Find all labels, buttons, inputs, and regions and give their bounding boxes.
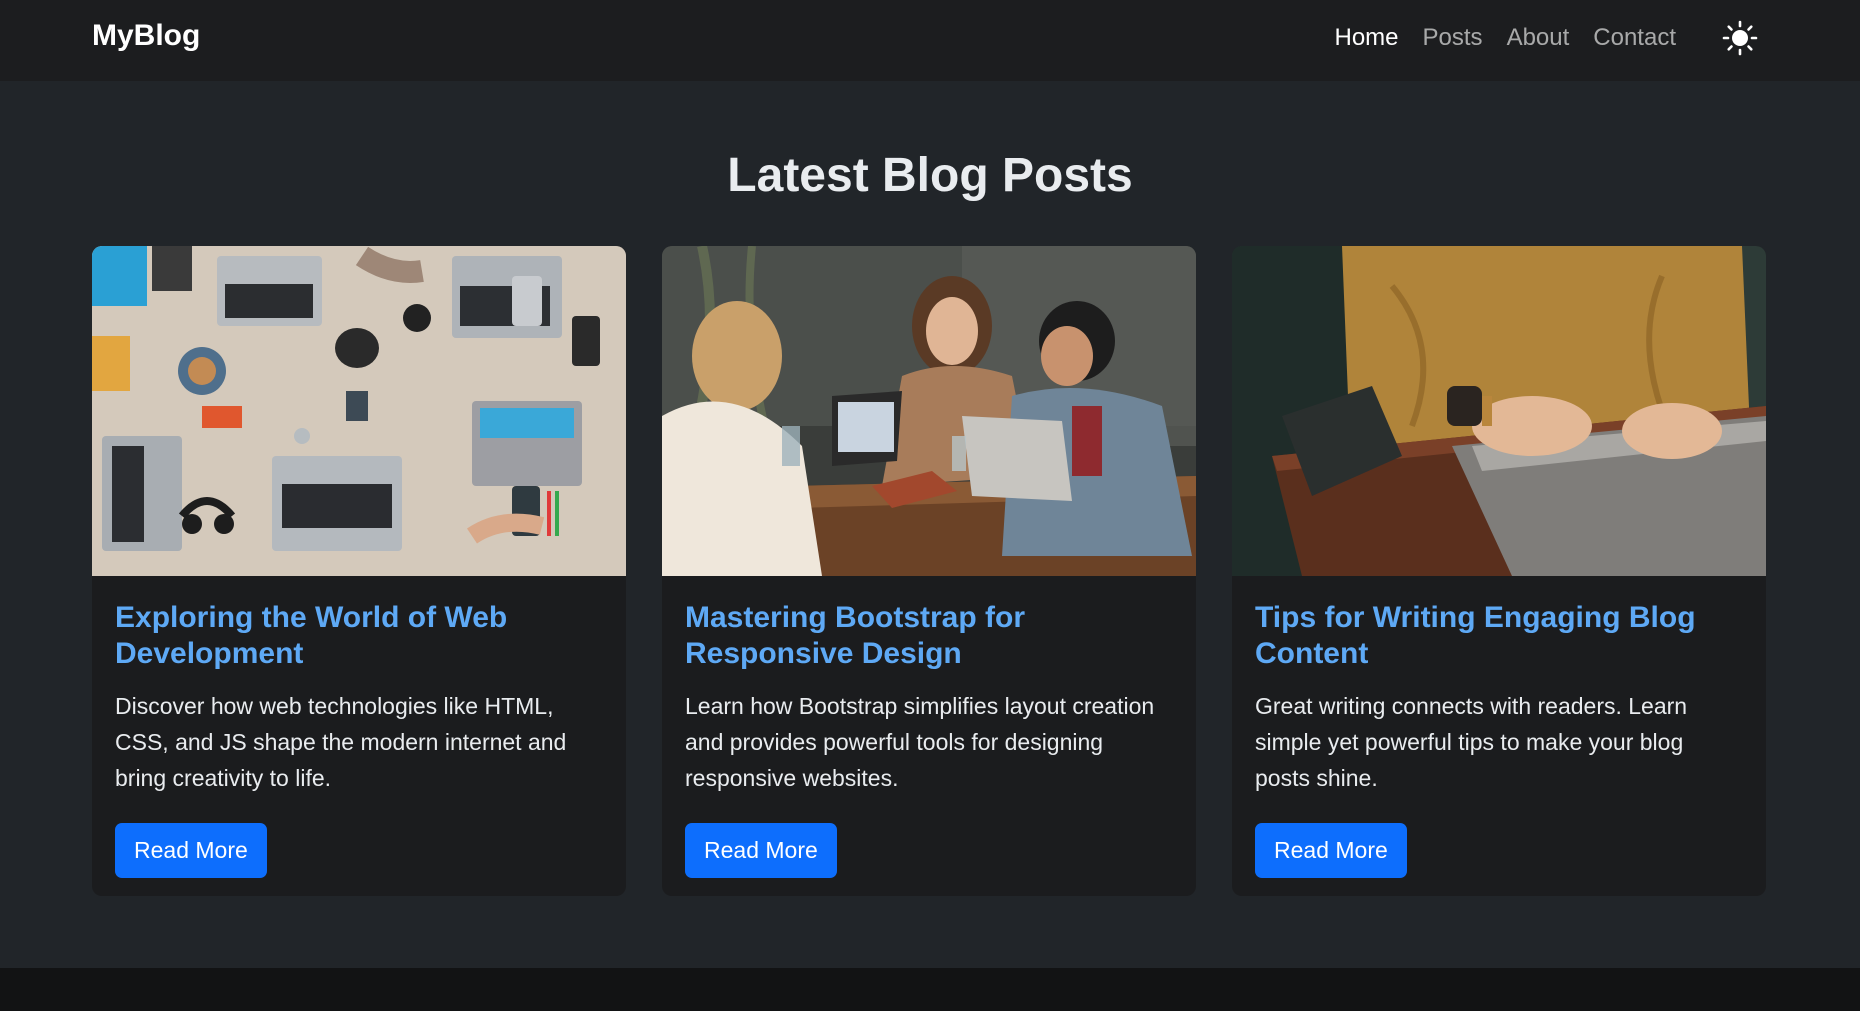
theme-toggle-button[interactable]	[1720, 18, 1760, 58]
read-more-button[interactable]: Read More	[115, 823, 267, 878]
post-title[interactable]: Mastering Bootstrap for Responsive Desig…	[685, 600, 1172, 672]
navbar: MyBlog Home Posts About Contact	[0, 0, 1860, 81]
read-more-button[interactable]: Read More	[685, 823, 837, 878]
sun-icon	[1722, 20, 1758, 56]
brand-logo[interactable]: MyBlog	[92, 19, 200, 53]
nav-links: Home Posts About Contact	[1323, 22, 1689, 54]
post-image-people-laptop	[662, 246, 1196, 576]
read-more-button[interactable]: Read More	[1255, 823, 1407, 878]
post-image-desk-laptops	[92, 246, 626, 576]
nav-link-about[interactable]: About	[1495, 22, 1582, 54]
post-title[interactable]: Tips for Writing Engaging Blog Content	[1255, 600, 1742, 672]
post-excerpt: Great writing connects with readers. Lea…	[1255, 693, 1688, 791]
post-excerpt: Learn how Bootstrap simplifies layout cr…	[685, 693, 1155, 791]
nav-link-home[interactable]: Home	[1323, 22, 1411, 54]
post-card: Tips for Writing Engaging Blog Content G…	[1232, 246, 1766, 896]
nav-link-contact[interactable]: Contact	[1581, 22, 1688, 54]
post-image-typing-laptop	[1232, 246, 1766, 576]
post-title[interactable]: Exploring the World of Web Development	[115, 600, 602, 672]
post-card: Exploring the World of Web Development D…	[92, 246, 626, 896]
footer-strip	[0, 968, 1860, 1011]
post-excerpt: Discover how web technologies like HTML,…	[115, 693, 567, 791]
nav-link-posts[interactable]: Posts	[1411, 22, 1495, 54]
post-card: Mastering Bootstrap for Responsive Desig…	[662, 246, 1196, 896]
page-title: Latest Blog Posts	[727, 149, 1133, 202]
